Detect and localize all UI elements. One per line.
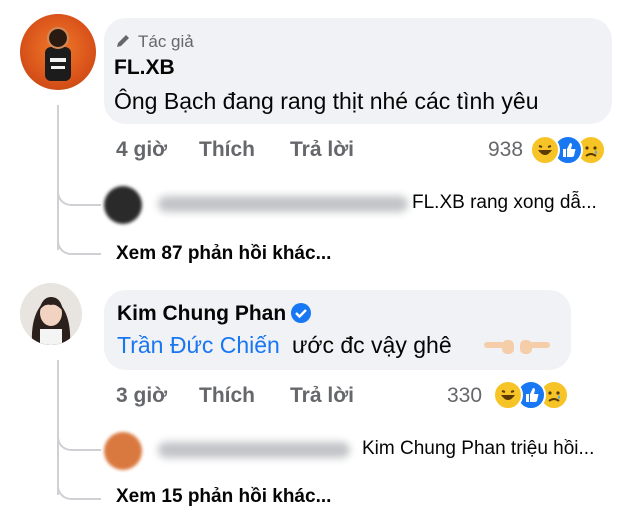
haha-icon [530, 135, 560, 165]
comment-mention[interactable]: Trần Đức Chiến [117, 332, 280, 359]
comment-text: ước đc vậy ghê [292, 332, 452, 358]
reply-connector [57, 225, 101, 255]
reply-preview-text[interactable]: Kim Chung Phan triệu hồi... [362, 438, 594, 460]
reply-connector [57, 470, 101, 500]
like-button[interactable]: Thích [199, 138, 255, 162]
reply-connector [57, 180, 101, 206]
person-silhouette-icon [45, 27, 71, 81]
more-replies-link[interactable]: Xem 15 phản hồi khác... [116, 486, 331, 508]
reply-avatar[interactable] [104, 432, 142, 470]
comment-author[interactable]: Kim Chung Phan [117, 302, 286, 326]
comment-text: Ông Bạch đang rang thịt nhé các tình yêu [114, 88, 539, 114]
avatar[interactable] [20, 283, 82, 345]
comment-author[interactable]: FL.XB [114, 56, 175, 80]
reply-preview-text[interactable]: FL.XB rang xong dẫ... [412, 192, 597, 214]
verified-badge-icon [290, 302, 312, 329]
reply-avatar[interactable] [104, 186, 142, 224]
reaction-count[interactable]: 330 [447, 384, 482, 408]
more-replies-link[interactable]: Xem 87 phản hồi khác... [116, 243, 331, 265]
pencil-icon [114, 32, 132, 55]
like-button[interactable]: Thích [199, 384, 255, 408]
avatar[interactable] [20, 14, 96, 90]
reply-button[interactable]: Trả lời [290, 384, 354, 408]
reply-connector [57, 425, 101, 451]
person-portrait-icon [31, 297, 71, 345]
reply-button[interactable]: Trả lời [290, 138, 354, 162]
haha-icon [493, 380, 523, 410]
comment-bubble[interactable]: Kim Chung Phan Trần Đức Chiến ước đc vậy… [104, 290, 571, 370]
comment-bubble[interactable]: Tác giả FL.XB Ông Bạch đang rang thịt nh… [104, 18, 612, 124]
comment-time[interactable]: 3 giờ [116, 384, 167, 408]
reaction-count[interactable]: 938 [488, 138, 523, 162]
author-badge: Tác giả [138, 32, 194, 51]
blurred-name [158, 196, 408, 212]
blurred-name [158, 442, 350, 458]
comment-time[interactable]: 4 giờ [116, 138, 167, 162]
pointing-hands-emoji-icon [482, 332, 552, 365]
